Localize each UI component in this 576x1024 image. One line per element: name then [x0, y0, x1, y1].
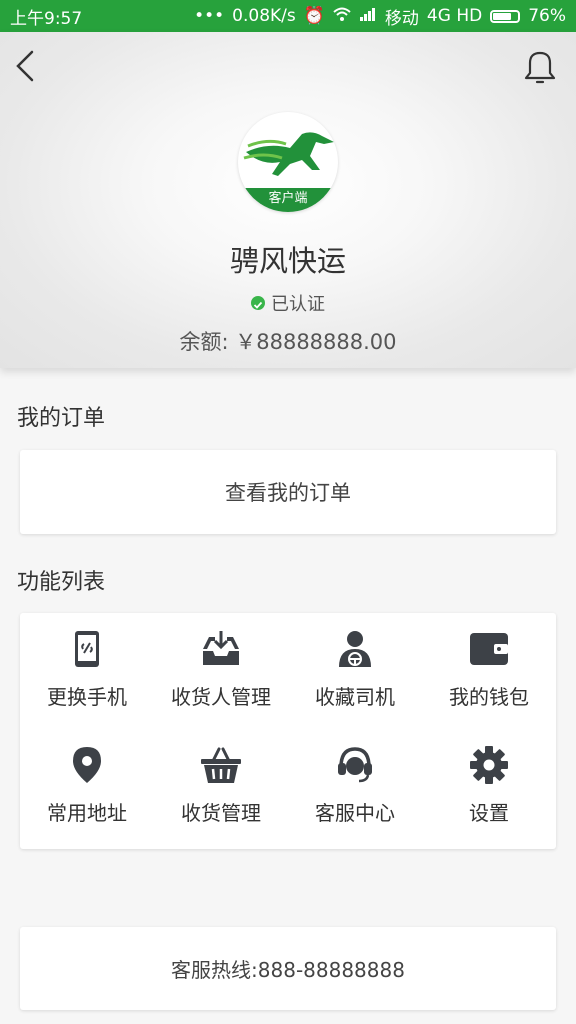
carrier-name: 移动 — [384, 8, 419, 29]
view-orders-button[interactable]: 查看我的订单 — [20, 450, 556, 534]
chevron-left-icon — [16, 50, 34, 82]
balance-row: 余额: ￥88888888.00 — [0, 326, 576, 356]
company-logo: 客户端 — [238, 112, 338, 212]
wifi-icon — [333, 6, 351, 26]
more-dots-icon: ••• — [194, 6, 225, 26]
function-change-phone[interactable]: 更换手机 — [20, 613, 154, 723]
gear-icon — [470, 746, 508, 784]
functions-section-title: 功能列表 — [17, 570, 106, 595]
function-label: 更换手机 — [47, 685, 127, 709]
function-consignee-manage[interactable]: 收货人管理 — [154, 613, 288, 723]
battery-fill — [493, 12, 512, 20]
profile-header: 客户端 骋风快运 已认证 余额: ￥88888888.00 — [0, 32, 576, 368]
orders-section-title: 我的订单 — [17, 406, 106, 431]
functions-grid: 更换手机 收货人管理 收藏司机 我的钱包 常用地址 收货管理 客服中心 设置 — [20, 613, 556, 849]
battery-percent: 76% — [528, 6, 566, 26]
function-settings[interactable]: 设置 — [422, 729, 556, 839]
hotline-text: 客服热线:888-88888888 — [171, 958, 405, 982]
status-indicators: ••• 0.08K/s ⏰ 移动 4G HD 76% — [194, 4, 566, 29]
location-pin-icon — [73, 747, 101, 783]
verified-label: 已认证 — [271, 294, 325, 315]
inbox-icon — [203, 631, 239, 665]
horse-logo-icon — [243, 132, 334, 176]
function-receipt-manage[interactable]: 收货管理 — [154, 729, 288, 839]
balance-label: 余额: — [179, 330, 229, 354]
wallet-icon — [470, 633, 508, 665]
company-name: 骋风快运 — [229, 244, 346, 278]
driver-icon — [339, 631, 371, 667]
back-button[interactable] — [12, 48, 42, 84]
status-time: 上午9:57 — [10, 8, 83, 29]
view-orders-label: 查看我的订单 — [225, 481, 351, 505]
bell-icon — [524, 51, 556, 84]
function-label: 常用地址 — [47, 801, 127, 825]
basket-icon — [201, 747, 241, 783]
customer-hotline-button[interactable]: 客服热线:888-88888888 — [20, 927, 556, 1010]
function-label: 设置 — [469, 801, 509, 825]
function-label: 收藏司机 — [315, 685, 395, 709]
balance-value: ￥88888888.00 — [235, 330, 397, 354]
function-label: 收货人管理 — [171, 685, 271, 709]
logo-band-text: 客户端 — [238, 188, 338, 212]
function-common-address[interactable]: 常用地址 — [20, 729, 154, 839]
alarm-icon: ⏰ — [303, 6, 325, 26]
function-label: 客服中心 — [315, 801, 395, 825]
signal-icon — [359, 6, 377, 26]
headset-icon — [338, 747, 372, 783]
battery-icon — [490, 9, 521, 23]
verified-status: 已认证 — [0, 290, 576, 316]
network-type: 4G HD — [426, 6, 483, 26]
check-circle-icon — [251, 296, 265, 310]
notification-button[interactable] — [518, 48, 562, 88]
function-my-wallet[interactable]: 我的钱包 — [422, 613, 556, 723]
function-customer-service[interactable]: 客服中心 — [288, 729, 422, 839]
function-favorite-drivers[interactable]: 收藏司机 — [288, 613, 422, 723]
network-speed: 0.08K/s — [232, 6, 296, 26]
function-label: 收货管理 — [181, 801, 261, 825]
function-label: 我的钱包 — [449, 685, 529, 709]
phone-swap-icon — [75, 631, 99, 667]
status-bar: 上午9:57 ••• 0.08K/s ⏰ 移动 4G HD 76% — [0, 0, 576, 32]
